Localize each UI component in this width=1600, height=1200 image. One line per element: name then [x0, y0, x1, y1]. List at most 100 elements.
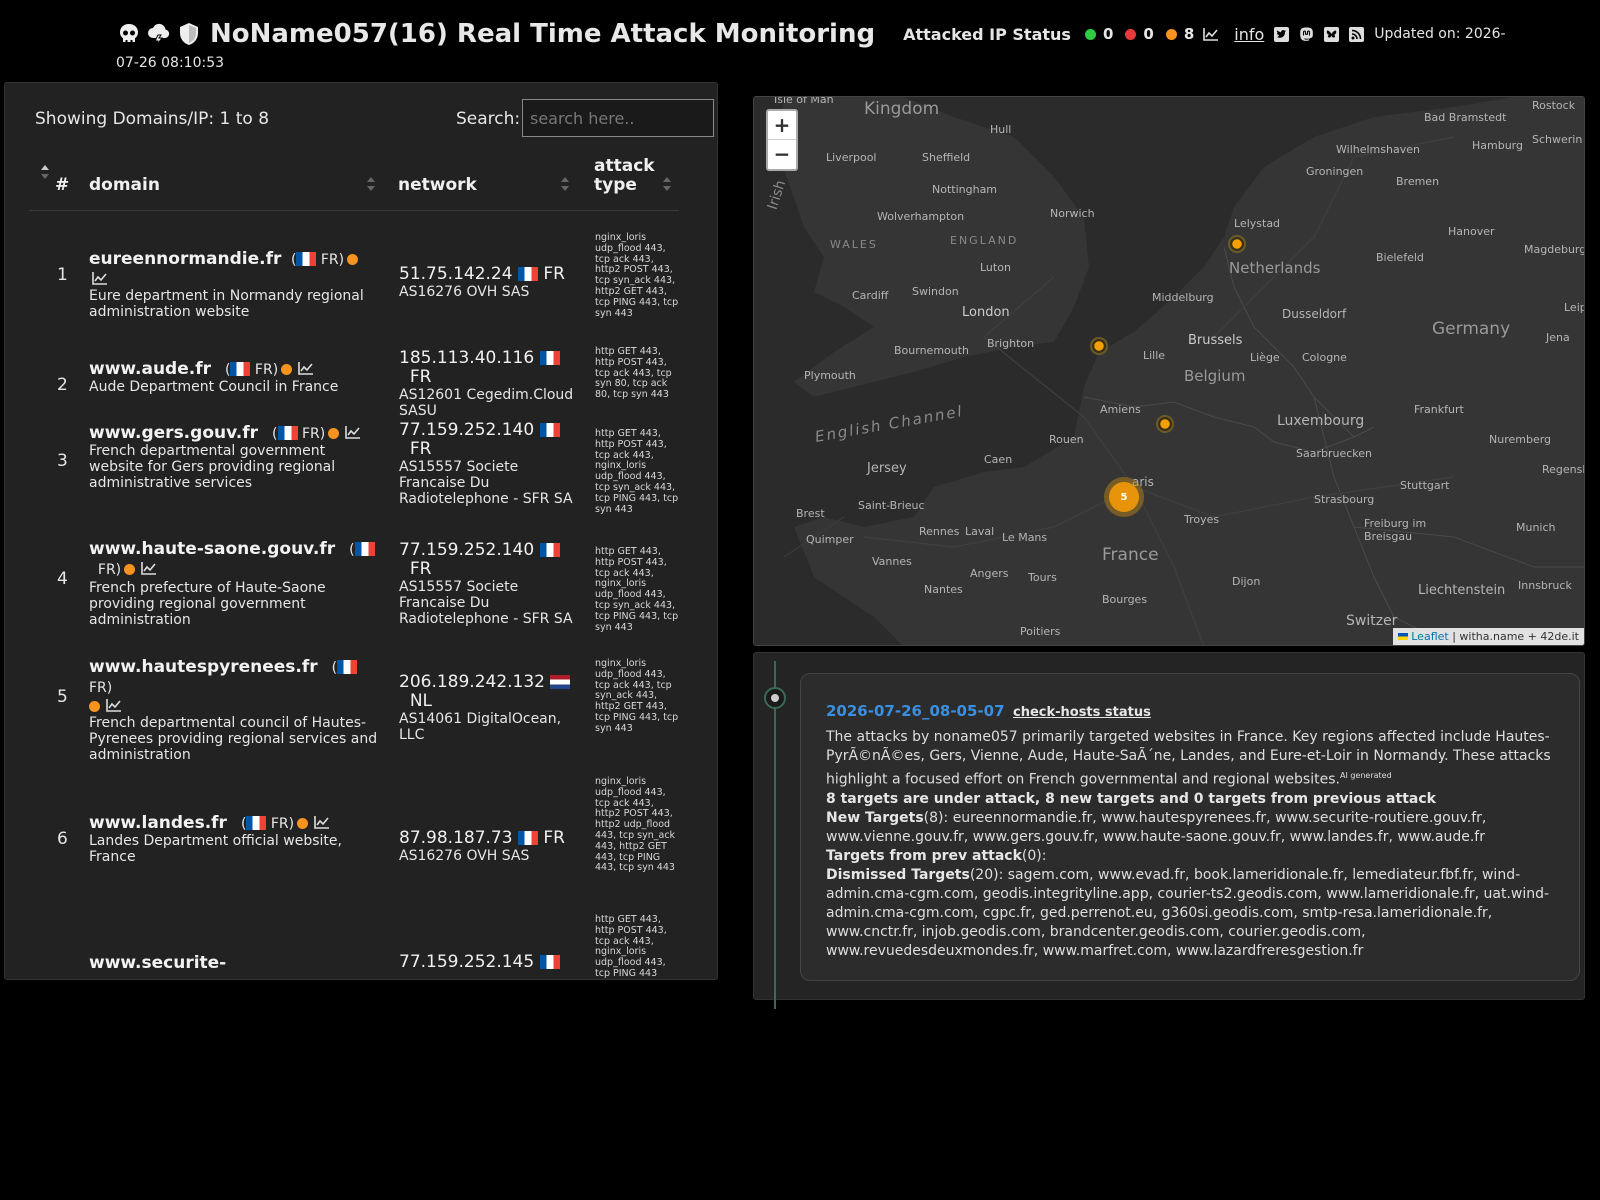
- attack-marker[interactable]: [1228, 235, 1246, 253]
- row-number: 2: [57, 375, 68, 395]
- col-attack-type[interactable]: attack type: [594, 157, 660, 195]
- map-label: Hull: [990, 123, 1012, 136]
- sort-attack-icon[interactable]: [663, 177, 671, 191]
- map-label: Dijon: [1232, 575, 1261, 588]
- leaflet-link[interactable]: Leaflet: [1411, 630, 1448, 643]
- status-orange-dot: [347, 254, 359, 265]
- row-number: 1: [57, 265, 68, 285]
- zoom-in-button[interactable]: +: [768, 111, 796, 140]
- green-dot-icon: [1084, 28, 1096, 40]
- fr-flag-icon: [337, 660, 358, 674]
- attacked-ip-status-label: Attacked IP Status: [903, 24, 1071, 44]
- map-label: Saint-Brieuc: [858, 499, 925, 512]
- table-row[interactable]: 2 www.aude.fr ( FR) Aude Department Coun…: [29, 321, 679, 419]
- status-orange-dot: [328, 428, 340, 439]
- bluesky-icon[interactable]: [1324, 26, 1340, 42]
- info-link[interactable]: info: [1234, 25, 1264, 44]
- sort-num-icon[interactable]: [41, 165, 49, 179]
- map-label: Bremen: [1396, 175, 1440, 188]
- targets-count-line: 8 targets are under attack, 8 new target…: [826, 790, 1436, 807]
- table-header: # domain network attack type: [29, 155, 679, 211]
- domain-link[interactable]: www.hautespyrenees.fr: [89, 657, 318, 677]
- fr-flag-icon: [539, 543, 560, 557]
- zoom-control: + −: [766, 109, 798, 171]
- chart-icon[interactable]: [345, 426, 361, 439]
- asn-label: AS15557 Societe Francaise Du Radioteleph…: [399, 579, 573, 627]
- twitter-icon[interactable]: [1274, 26, 1290, 42]
- map-label: Laval: [965, 525, 995, 538]
- attack-types: http GET 443, http POST 443, tcp ack 443…: [595, 346, 672, 401]
- map-label: Wolverhampton: [877, 210, 965, 223]
- domain-link[interactable]: www.aude.fr: [89, 359, 211, 379]
- map-label: Stuttgart: [1400, 479, 1450, 492]
- domain-link[interactable]: www.landes.fr: [89, 813, 227, 833]
- map-label: Leip: [1564, 301, 1585, 314]
- table-row[interactable]: 4 www.haute-saone.gouv.fr ( FR) French p…: [29, 529, 679, 647]
- map-label: Wilhelmshaven: [1336, 143, 1420, 156]
- table-row[interactable]: 3 www.gers.gouv.fr ( FR) French departme…: [29, 411, 679, 529]
- map-label: Freiburg im Breisgau: [1364, 517, 1427, 543]
- timeline-card: 2026-07-26_08-05-07 check-hosts status T…: [800, 673, 1580, 981]
- chart-icon[interactable]: [106, 699, 121, 712]
- zoom-out-button[interactable]: −: [768, 140, 796, 169]
- domain-link[interactable]: eureennormandie.fr: [89, 249, 281, 269]
- map-label: Vannes: [872, 555, 912, 568]
- chart-icon[interactable]: [314, 816, 330, 829]
- ip-address: 87.98.187.73 FR: [399, 828, 565, 848]
- timeline-date[interactable]: 2026-07-26_08-05-07: [826, 702, 1005, 720]
- row-number: 4: [57, 569, 68, 589]
- chart-icon[interactable]: [141, 562, 157, 575]
- fr-flag-icon: [517, 267, 538, 281]
- ip-address: 185.113.40.116 FR: [399, 349, 574, 387]
- map-label: Jersey: [867, 461, 907, 476]
- check-hosts-link[interactable]: check-hosts status: [1013, 705, 1151, 720]
- map-label: Frankfurt: [1414, 403, 1464, 416]
- domain-description: French prefecture of Haute-Saone providi…: [89, 580, 326, 628]
- rss-icon[interactable]: [1349, 26, 1365, 42]
- map-label: Schwerin: [1532, 133, 1583, 146]
- mastodon-icon[interactable]: [1299, 26, 1314, 42]
- map-label: Poitiers: [1020, 625, 1061, 638]
- status-orange-count: 8: [1165, 25, 1219, 43]
- sort-domain-icon[interactable]: [367, 177, 375, 191]
- sort-network-icon[interactable]: [561, 177, 569, 191]
- showing-count: Showing Domains/IP: 1 to 8: [35, 109, 270, 129]
- table-row[interactable]: www.securite- 77.159.252.145 http GET 44…: [29, 893, 679, 979]
- map-label: Liverpool: [826, 151, 877, 164]
- attack-marker[interactable]: [1156, 415, 1174, 433]
- table-row[interactable]: 6 www.landes.fr ( FR) Landes Department …: [29, 759, 679, 893]
- chart-icon[interactable]: [298, 362, 314, 375]
- col-network[interactable]: network: [398, 175, 477, 195]
- skull-icon: [116, 20, 142, 48]
- map-label: Groningen: [1306, 165, 1364, 178]
- table-row[interactable]: 1 eureennormandie.fr ( FR) Eure departme…: [29, 211, 679, 321]
- chart-icon[interactable]: [92, 272, 107, 285]
- attack-types: nginx_loris udp_flood 443, tcp ack 443, …: [595, 658, 679, 734]
- col-num[interactable]: #: [55, 175, 69, 195]
- table-row[interactable]: 5 www.hautespyrenees.fr ( FR) French dep…: [29, 647, 679, 763]
- map-label: Amiens: [1100, 403, 1141, 416]
- attack-map[interactable]: + − Isle of Man Kingdom Hull Liverpool S…: [753, 96, 1585, 646]
- col-domain[interactable]: domain: [89, 175, 160, 195]
- map-label: Belgium: [1184, 367, 1246, 385]
- domain-description: Landes Department official website, Fran…: [89, 833, 342, 865]
- domain-link[interactable]: www.securite-: [89, 953, 226, 973]
- ai-summary: The attacks by noname057 primarily targe…: [826, 729, 1551, 788]
- map-label: Troyes: [1184, 513, 1220, 526]
- map-label: Rostock: [1532, 99, 1576, 112]
- domain-link[interactable]: www.gers.gouv.fr: [89, 423, 258, 443]
- fr-flag-icon: [277, 426, 298, 440]
- map-label: Rouen: [1049, 433, 1084, 446]
- chart-icon[interactable]: [1203, 27, 1219, 41]
- domain-link[interactable]: www.haute-saone.gouv.fr: [89, 539, 335, 559]
- nl-flag-icon: [550, 675, 571, 689]
- row-number: 6: [57, 829, 68, 849]
- attack-cluster-marker[interactable]: 5: [1104, 477, 1144, 517]
- updated-on-label: Updated on: 2026-: [1374, 26, 1506, 42]
- map-label: Lille: [1143, 349, 1166, 362]
- domain-description: French departmental council of Hautes-Py…: [89, 715, 378, 763]
- map-label: Brussels: [1188, 333, 1243, 348]
- search-input[interactable]: [522, 99, 714, 137]
- attack-marker[interactable]: [1090, 337, 1108, 355]
- map-label: Bad Bramstedt: [1424, 111, 1507, 124]
